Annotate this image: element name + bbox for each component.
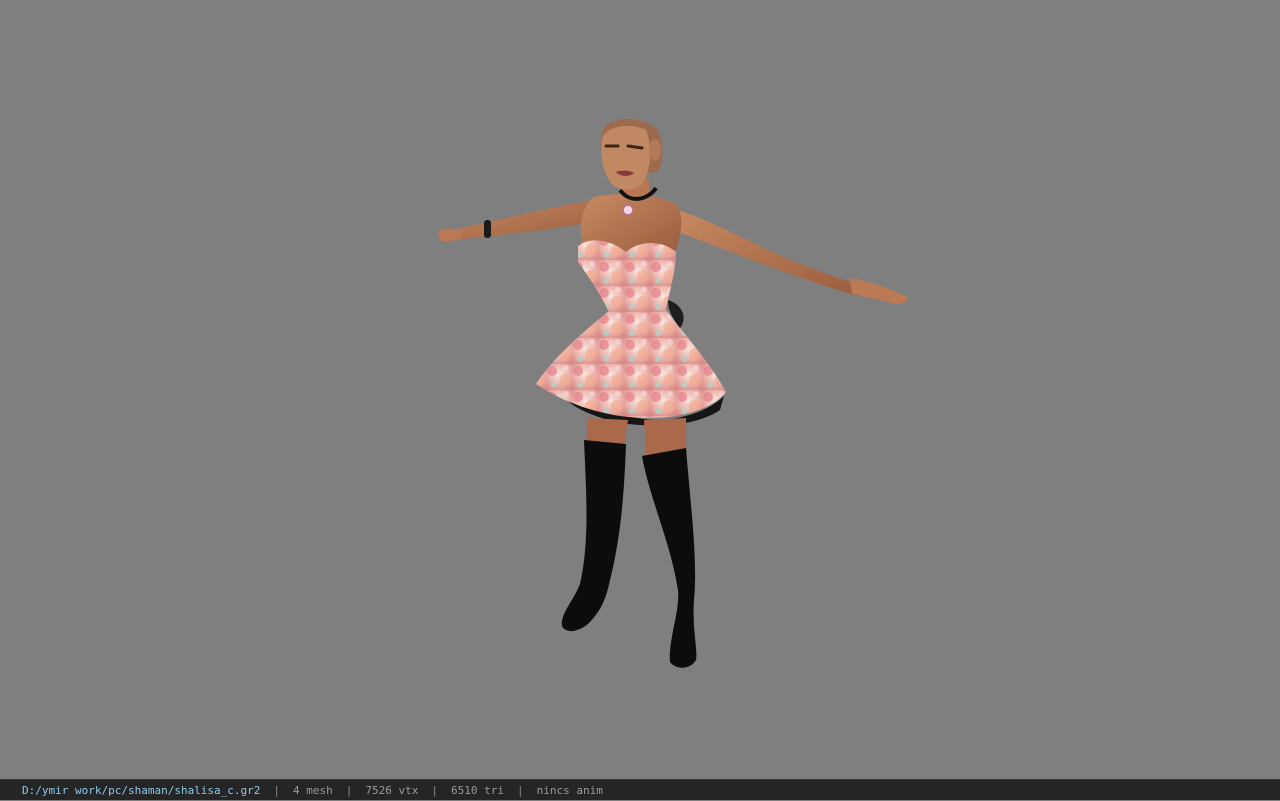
mesh-count: 4 mesh bbox=[293, 784, 333, 797]
right-arm bbox=[668, 208, 862, 296]
vertex-count: 7526 vtx bbox=[365, 784, 419, 797]
pendant bbox=[622, 204, 634, 216]
right-hand bbox=[850, 278, 908, 305]
ear bbox=[649, 139, 661, 161]
separator: | bbox=[345, 784, 353, 797]
separator: | bbox=[431, 784, 439, 797]
triangle-count: 6510 tri bbox=[451, 784, 505, 797]
separator: | bbox=[273, 784, 281, 797]
face bbox=[601, 125, 651, 190]
character-model[interactable] bbox=[0, 0, 1280, 779]
right-stocking bbox=[642, 448, 697, 668]
left-arm bbox=[440, 200, 596, 242]
animation-status: nincs anim bbox=[536, 784, 603, 797]
3d-viewport[interactable] bbox=[0, 0, 1280, 779]
bodice bbox=[578, 240, 676, 320]
bracelet bbox=[484, 220, 491, 238]
status-bar: D:/ymir work/pc/shaman/shalisa_c.gr2 | 4 m… bbox=[0, 779, 1280, 800]
file-path: D:/ymir work/pc/shaman/shalisa_c.gr2 bbox=[22, 784, 261, 797]
separator: | bbox=[517, 784, 524, 797]
left-stocking bbox=[561, 440, 626, 632]
skirt bbox=[536, 310, 726, 418]
